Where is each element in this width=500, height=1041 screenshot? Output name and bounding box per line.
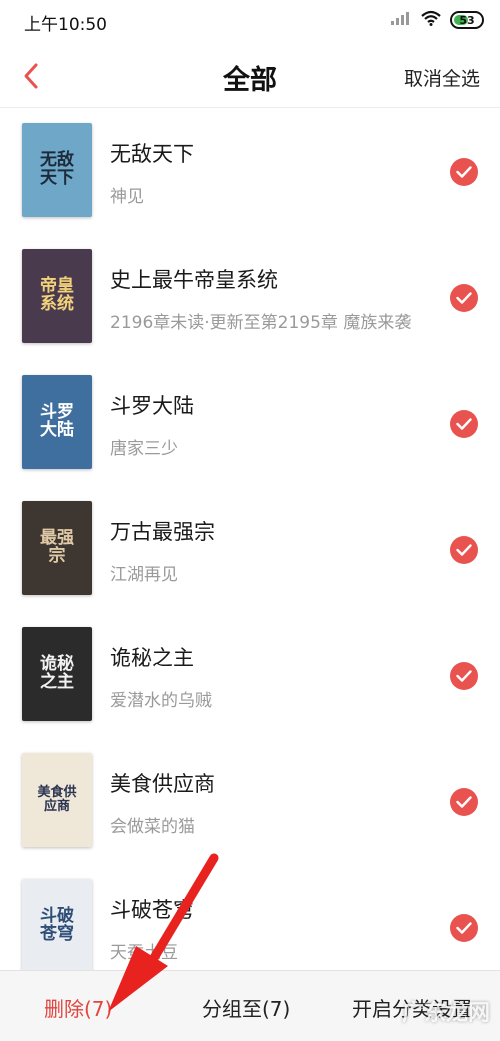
- chevron-left-icon: [24, 63, 38, 89]
- checkbox-checked[interactable]: [450, 536, 478, 564]
- checkbox-checked[interactable]: [450, 284, 478, 312]
- book-list: 无敌天下 无敌天下 神见 帝皇系统 史上最牛帝皇系统 2196章未读·更新至第2…: [0, 108, 500, 970]
- book-item[interactable]: 帝皇系统 史上最牛帝皇系统 2196章未读·更新至第2195章 魔族来袭: [0, 234, 500, 360]
- checkbox-checked[interactable]: [450, 788, 478, 816]
- book-cover: 诡秘之主: [22, 627, 92, 721]
- book-title: 史上最牛帝皇系统: [110, 268, 278, 292]
- book-title: 斗破苍穹: [110, 898, 194, 922]
- book-cover: 斗破苍穹: [22, 879, 92, 970]
- book-subtitle: 2196章未读·更新至第2195章 魔族来袭: [110, 313, 412, 333]
- status-icons: 53: [390, 10, 484, 30]
- checkbox-checked[interactable]: [450, 662, 478, 690]
- delete-button[interactable]: 删除(7): [44, 993, 112, 1022]
- battery-icon: 53: [450, 11, 484, 29]
- book-cover: 无敌天下: [22, 123, 92, 217]
- cover-title: 无敌天下: [40, 150, 74, 188]
- book-title: 万古最强宗: [110, 520, 215, 544]
- cover-title: 帝皇系统: [40, 276, 74, 314]
- book-subtitle: 会做菜的猫: [110, 817, 195, 837]
- category-settings-button[interactable]: 开启分类设置: [352, 993, 472, 1022]
- book-cover: 帝皇系统: [22, 249, 92, 343]
- checkbox-checked[interactable]: [450, 914, 478, 942]
- checkmark-icon: [456, 292, 472, 304]
- checkmark-icon: [456, 166, 472, 178]
- book-subtitle: 天蚕土豆: [110, 943, 178, 963]
- bottom-action-bar: 删除(7) 分组至(7) 开启分类设置: [0, 970, 500, 1041]
- book-cover: 美食供应商: [22, 753, 92, 847]
- cover-title: 斗破苍穹: [40, 906, 74, 944]
- cover-title: 斗罗大陆: [40, 402, 74, 440]
- cover-title: 最强宗: [40, 528, 74, 566]
- checkmark-icon: [456, 922, 472, 934]
- checkmark-icon: [456, 670, 472, 682]
- book-title: 无敌天下: [110, 142, 194, 166]
- deselect-all-button[interactable]: 取消全选: [404, 64, 480, 91]
- book-subtitle: 江湖再见: [110, 565, 178, 585]
- battery-level: 53: [459, 13, 475, 27]
- checkmark-icon: [456, 544, 472, 556]
- status-time: 上午10:50: [24, 15, 107, 35]
- book-title: 诡秘之主: [110, 646, 194, 670]
- book-title: 斗罗大陆: [110, 394, 194, 418]
- cover-title: 诡秘之主: [40, 654, 74, 692]
- checkbox-checked[interactable]: [450, 410, 478, 438]
- book-item[interactable]: 斗罗大陆 斗罗大陆 唐家三少: [0, 360, 500, 486]
- back-button[interactable]: [16, 58, 46, 94]
- signal-icon: [390, 10, 412, 30]
- cover-title: 美食供应商: [37, 785, 77, 814]
- book-subtitle: 神见: [110, 187, 144, 207]
- status-bar: 上午10:50 53: [0, 0, 500, 40]
- book-item[interactable]: 诡秘之主 诡秘之主 爱潜水的乌贼: [0, 612, 500, 738]
- book-item[interactable]: 美食供应商 美食供应商 会做菜的猫: [0, 738, 500, 864]
- book-item[interactable]: 斗破苍穹 斗破苍穹 天蚕土豆: [0, 864, 500, 970]
- wifi-icon: [420, 10, 442, 30]
- header: 全部 取消全选: [0, 44, 500, 108]
- book-title: 美食供应商: [110, 772, 215, 796]
- checkmark-icon: [456, 796, 472, 808]
- book-subtitle: 唐家三少: [110, 439, 178, 459]
- book-item[interactable]: 最强宗 万古最强宗 江湖再见: [0, 486, 500, 612]
- book-cover: 最强宗: [22, 501, 92, 595]
- book-cover: 斗罗大陆: [22, 375, 92, 469]
- checkmark-icon: [456, 418, 472, 430]
- book-item[interactable]: 无敌天下 无敌天下 神见: [0, 108, 500, 234]
- move-to-group-button[interactable]: 分组至(7): [202, 993, 290, 1022]
- book-subtitle: 爱潜水的乌贼: [110, 691, 212, 711]
- checkbox-checked[interactable]: [450, 158, 478, 186]
